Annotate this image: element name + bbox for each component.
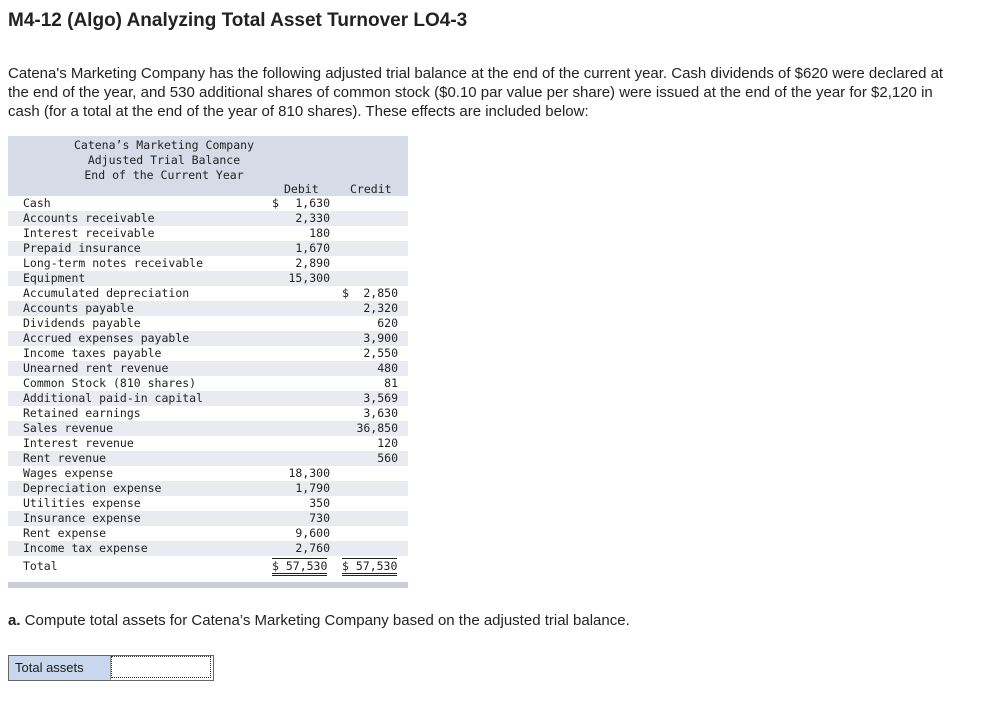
account-name: Income taxes payable bbox=[23, 346, 162, 360]
table-row: Sales revenue 36,850 bbox=[8, 421, 408, 436]
account-name: Rent revenue bbox=[23, 451, 107, 465]
debit-amount: 9,600 bbox=[295, 526, 330, 540]
debit-amount: 2,760 bbox=[295, 541, 330, 555]
account-name: Wages expense bbox=[23, 466, 114, 480]
table-row: Retained earnings 3,630 bbox=[8, 406, 408, 421]
account-name: Accounts payable bbox=[23, 301, 134, 315]
problem-intro: Catena's Marketing Company has the follo… bbox=[8, 65, 944, 120]
table-row: Cash $1,630 bbox=[8, 196, 408, 211]
credit-amount: 81 bbox=[384, 376, 398, 390]
credit-amount: 3,569 bbox=[363, 391, 398, 405]
debit-amount: 1,630 bbox=[295, 196, 330, 210]
account-name: Accrued expenses payable bbox=[23, 331, 190, 345]
table-row: Unearned rent revenue 480 bbox=[8, 361, 408, 376]
account-name: Accumulated depreciation bbox=[23, 286, 190, 300]
trial-balance-rows: Cash $1,630 Accounts receivable 2,330 Intere… bbox=[8, 196, 408, 556]
table-row: Long-term notes receivable 2,890 bbox=[8, 256, 408, 271]
account-name: Income tax expense bbox=[23, 541, 148, 555]
table-row: Accounts receivable 2,330 bbox=[8, 211, 408, 226]
account-name: Unearned rent revenue bbox=[23, 361, 169, 375]
account-name: Rent expense bbox=[23, 526, 107, 540]
credit-amount: 2,320 bbox=[363, 301, 398, 315]
credit-dollar-sign: $ bbox=[342, 286, 349, 300]
table-row: Interest revenue 120 bbox=[8, 436, 408, 451]
credit-amount: 560 bbox=[377, 451, 398, 465]
credit-amount: 620 bbox=[377, 316, 398, 330]
table-row: Equipment 15,300 bbox=[8, 271, 408, 286]
debit-amount: 2,330 bbox=[295, 211, 330, 225]
table-row: Insurance expense 730 bbox=[8, 511, 408, 526]
question-a: a. Compute total assets for Catena’s Mar… bbox=[8, 612, 630, 629]
table-row: Interest receivable 180 bbox=[8, 226, 408, 241]
statement-period: End of the Current Year bbox=[84, 168, 244, 182]
account-name: Interest receivable bbox=[23, 226, 155, 240]
debit-dollar-sign: $ bbox=[272, 196, 279, 210]
company-name: Catena’s Marketing Company bbox=[73, 138, 254, 152]
table-row: Income tax expense 2,760 bbox=[8, 541, 408, 556]
total-assets-label: Total assets bbox=[9, 656, 111, 680]
total-assets-input[interactable] bbox=[111, 656, 211, 678]
table-row: Utilities expense 350 bbox=[8, 496, 408, 511]
account-name: Prepaid insurance bbox=[23, 241, 141, 255]
answer-row: Total assets bbox=[8, 655, 214, 681]
account-name: Interest revenue bbox=[23, 436, 134, 450]
credit-column-header: Credit bbox=[350, 182, 392, 196]
account-name: Dividends payable bbox=[23, 316, 141, 330]
question-text: Compute total assets for Catena’s Market… bbox=[20, 612, 630, 629]
total-debit: $ 57,530 bbox=[272, 558, 328, 576]
table-row: Prepaid insurance 1,670 bbox=[8, 241, 408, 256]
table-row: Depreciation expense 1,790 bbox=[8, 481, 408, 496]
credit-amount: 2,550 bbox=[363, 346, 398, 360]
table-row: Rent revenue 560 bbox=[8, 451, 408, 466]
account-name: Utilities expense bbox=[23, 496, 141, 510]
statement-heading: Adjusted Trial Balance bbox=[87, 153, 241, 167]
account-name: Equipment bbox=[23, 271, 86, 285]
account-name: Insurance expense bbox=[23, 511, 141, 525]
total-label: Total bbox=[23, 559, 58, 573]
page-title: M4-12 (Algo) Analyzing Total Asset Turno… bbox=[8, 10, 468, 31]
debit-amount: 18,300 bbox=[288, 466, 330, 480]
question-prefix: a. bbox=[8, 612, 21, 629]
credit-amount: 3,900 bbox=[363, 331, 398, 345]
account-name: Retained earnings bbox=[23, 406, 141, 420]
account-name: Sales revenue bbox=[23, 421, 114, 435]
debit-amount: 1,670 bbox=[295, 241, 330, 255]
table-row: Wages expense 18,300 bbox=[8, 466, 408, 481]
account-name: Long-term notes receivable bbox=[23, 256, 204, 270]
account-name: Cash bbox=[23, 196, 51, 210]
credit-amount: 480 bbox=[377, 361, 398, 375]
account-name: Common Stock (810 shares) bbox=[23, 376, 197, 390]
account-name: Accounts receivable bbox=[23, 211, 155, 225]
account-name: Additional paid-in capital bbox=[23, 391, 204, 405]
table-row: Common Stock (810 shares) 81 bbox=[8, 376, 408, 391]
credit-amount: 3,630 bbox=[363, 406, 398, 420]
trial-balance-header: Catena’s Marketing Company Adjusted Tria… bbox=[8, 136, 408, 196]
table-row: Dividends payable 620 bbox=[8, 316, 408, 331]
debit-amount: 2,890 bbox=[295, 256, 330, 270]
debit-column-header: Debit bbox=[284, 182, 319, 196]
debit-amount: 350 bbox=[309, 496, 330, 510]
account-name: Depreciation expense bbox=[23, 481, 162, 495]
total-credit: $ 57,530 bbox=[342, 558, 398, 576]
credit-amount: 36,850 bbox=[356, 421, 398, 435]
total-row: Total $ 57,530 $ 57,530 bbox=[8, 558, 408, 576]
table-row: Accrued expenses payable 3,900 bbox=[8, 331, 408, 346]
debit-amount: 15,300 bbox=[288, 271, 330, 285]
table-row: Additional paid-in capital 3,569 bbox=[8, 391, 408, 406]
table-row: Accumulated depreciation $2,850 bbox=[8, 286, 408, 301]
debit-amount: 1,790 bbox=[295, 481, 330, 495]
table-row: Income taxes payable 2,550 bbox=[8, 346, 408, 361]
credit-amount: 2,850 bbox=[363, 286, 398, 300]
credit-amount: 120 bbox=[377, 436, 398, 450]
table-row: Accounts payable 2,320 bbox=[8, 301, 408, 316]
trial-balance-footer-bar bbox=[8, 582, 408, 588]
debit-amount: 180 bbox=[309, 226, 330, 240]
table-row: Rent expense 9,600 bbox=[8, 526, 408, 541]
debit-amount: 730 bbox=[309, 511, 330, 525]
